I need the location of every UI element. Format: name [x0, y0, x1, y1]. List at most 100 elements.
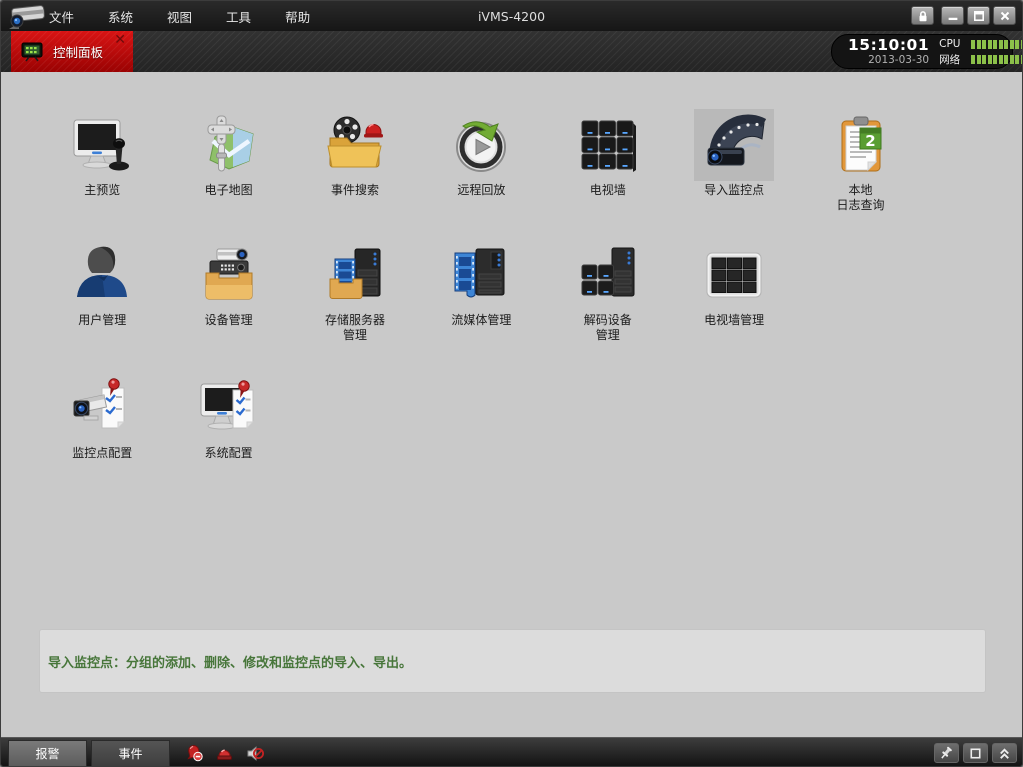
module-label: 系统配置 [165, 446, 291, 461]
tab-label: 控制面板 [53, 42, 103, 61]
module-storage-server[interactable]: 存储服务器管理 [292, 239, 418, 369]
event-search-icon [323, 113, 387, 177]
module-label: 监控点配置 [39, 446, 165, 461]
module-label: 事件搜索 [292, 183, 418, 198]
module-grid: 主预览 [39, 109, 924, 502]
window-controls [911, 6, 1016, 25]
cpu-label: CPU [939, 38, 967, 50]
statusbar-right-buttons [934, 743, 1017, 763]
module-tv-wall[interactable]: 电视墙 [545, 109, 671, 239]
module-label: 流媒体管理 [418, 313, 544, 328]
module-label: 电视墙管理 [671, 313, 797, 328]
module-label: 存储服务器管理 [292, 313, 418, 343]
module-system-config[interactable]: 系统配置 [165, 372, 291, 502]
menu-tools[interactable]: 工具 [222, 5, 255, 28]
statusbar-icons [186, 744, 264, 762]
storage-server-icon [323, 243, 387, 307]
menu-view[interactable]: 视图 [163, 5, 196, 28]
module-label: 远程回放 [418, 183, 544, 198]
close-icon [998, 9, 1012, 23]
main-preview-icon [70, 113, 134, 177]
remote-playback-icon [449, 113, 513, 177]
collapse-button[interactable] [992, 743, 1017, 763]
alarm-tab[interactable]: 报警 [8, 740, 87, 767]
menu-help[interactable]: 帮助 [281, 5, 314, 28]
module-description-text: 导入监控点：分组的添加、删除、修改和监控点的导入、导出。 [48, 652, 412, 671]
module-main-preview[interactable]: 主预览 [39, 109, 165, 239]
minimize-icon [946, 9, 960, 23]
e-map-icon [197, 113, 261, 177]
control-panel-content: 主预览 [1, 72, 1022, 737]
menu-file[interactable]: 文件 [45, 5, 78, 28]
minimize-button[interactable] [941, 6, 964, 25]
module-description-panel: 导入监控点：分组的添加、删除、修改和监控点的导入、导出。 [39, 629, 986, 693]
camera-config-icon [70, 376, 134, 440]
module-label: 设备管理 [165, 313, 291, 328]
system-config-icon [197, 376, 261, 440]
svg-text:2: 2 [865, 132, 875, 150]
tv-wall-icon [576, 113, 640, 177]
module-decode-device[interactable]: 解码设备管理 [545, 239, 671, 369]
tab-control-panel[interactable]: 控制面板 ✕ [11, 31, 133, 72]
module-label: 导入监控点 [671, 183, 797, 198]
network-label: 网络 [939, 52, 967, 67]
status-bar: 报警 事件 [1, 737, 1022, 767]
grid-row-1: 主预览 [39, 109, 924, 239]
module-import-camera[interactable]: 导入监控点 [671, 109, 797, 239]
title-bar: 文件 系统 视图 工具 帮助 iVMS-4200 [1, 1, 1022, 31]
grid-row-2: 用户管理 [39, 239, 924, 369]
app-logo-camera-icon [6, 2, 48, 34]
module-label: 电子地图 [165, 183, 291, 198]
clock-status-panel: 15:10:01 2013-03-30 CPU 网络 [831, 34, 1013, 69]
module-local-log[interactable]: 2 本地日志查询 [797, 109, 923, 239]
lock-button[interactable] [911, 6, 934, 25]
event-tab[interactable]: 事件 [91, 740, 170, 767]
current-date: 2013-03-30 [848, 55, 929, 66]
cpu-meter [971, 40, 1023, 49]
tab-close-icon[interactable]: ✕ [114, 34, 126, 46]
restore-icon [968, 746, 983, 761]
module-camera-config[interactable]: 监控点配置 [39, 372, 165, 502]
window-title: iVMS-4200 [478, 9, 545, 24]
time-block: 15:10:01 2013-03-30 [848, 38, 929, 66]
maximize-icon [972, 9, 986, 23]
module-stream-media[interactable]: 流媒体管理 [418, 239, 544, 369]
control-panel-icon [20, 41, 44, 63]
module-tvwall-mgmt[interactable]: 电视墙管理 [671, 239, 797, 369]
module-event-search[interactable]: 事件搜索 [292, 109, 418, 239]
mute-audio-icon[interactable] [246, 745, 264, 762]
current-time: 15:10:01 [848, 38, 929, 54]
menu-system[interactable]: 系统 [104, 5, 137, 28]
local-log-icon: 2 [829, 113, 893, 177]
tvwall-mgmt-icon [702, 243, 766, 307]
ivms-window: 文件 系统 视图 工具 帮助 iVMS-4200 [0, 0, 1023, 767]
module-label: 解码设备管理 [545, 313, 671, 343]
module-label: 用户管理 [39, 313, 165, 328]
module-device-mgmt[interactable]: 设备管理 [165, 239, 291, 369]
decode-device-icon [576, 243, 640, 307]
close-button[interactable] [993, 6, 1016, 25]
lock-icon [916, 9, 930, 23]
module-user-mgmt[interactable]: 用户管理 [39, 239, 165, 369]
grid-row-3: 监控点配置 [39, 372, 924, 502]
restore-panel-button[interactable] [963, 743, 988, 763]
tab-bar: 控制面板 ✕ 15:10:01 2013-03-30 CPU 网络 [1, 31, 1022, 72]
clear-alarm-icon[interactable] [186, 744, 203, 762]
module-e-map[interactable]: 电子地图 [165, 109, 291, 239]
maximize-button[interactable] [967, 6, 990, 25]
menu-bar: 文件 系统 视图 工具 帮助 [45, 1, 314, 31]
network-meter [971, 55, 1023, 64]
import-camera-icon [702, 113, 766, 177]
double-chevron-up-icon [997, 746, 1012, 761]
user-mgmt-icon [70, 243, 134, 307]
module-label: 本地日志查询 [797, 183, 923, 213]
module-label: 主预览 [39, 183, 165, 198]
module-label: 电视墙 [545, 183, 671, 198]
alarm-siren-icon[interactable] [216, 745, 233, 762]
meter-block: CPU 网络 [939, 38, 1023, 65]
device-mgmt-icon [197, 243, 261, 307]
pin-button[interactable] [934, 743, 959, 763]
module-remote-playback[interactable]: 远程回放 [418, 109, 544, 239]
stream-media-icon [449, 243, 513, 307]
pin-icon [939, 746, 954, 761]
